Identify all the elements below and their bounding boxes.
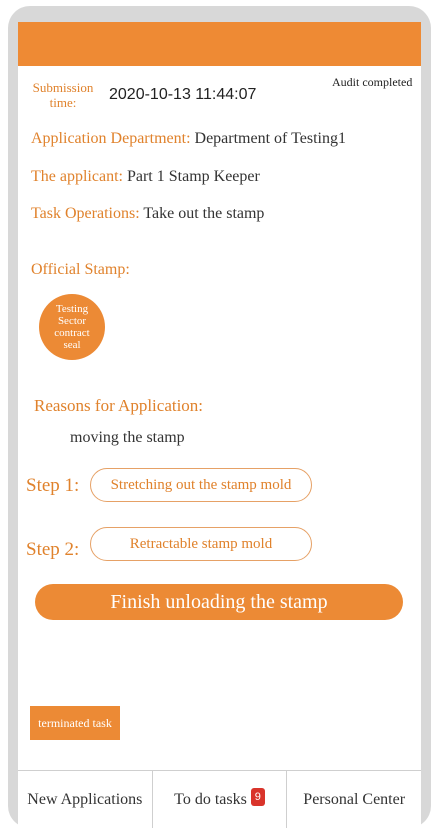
tab-personal-center-label: Personal Center [303,791,406,808]
task-row: Task Operations: Take out the stamp [31,205,264,223]
terminated-task-button[interactable]: terminated task [30,706,120,740]
step-2-label: Step 2: [26,539,80,560]
task-label: Task Operations: [31,205,140,222]
department-value: Department of Testing1 [194,130,346,147]
app-screen: Audit completed Submission time: 2020-10… [18,22,421,828]
official-stamp-label: Official Stamp: [31,261,130,278]
applicant-value: Part 1 Stamp Keeper [126,168,260,185]
stamp-seal-text: Testing Sector contract seal [54,303,90,351]
applicant-row: The applicant: Part 1 Stamp Keeper [31,168,260,186]
step-1-button[interactable]: Stretching out the stamp mold [90,468,312,502]
bottom-tab-bar: New Applications To do tasks 9 Personal … [18,770,421,828]
audit-status: Audit completed [332,75,413,89]
tab-to-do-tasks[interactable]: To do tasks 9 [151,771,287,828]
submission-time-value: 2020-10-13 11:44:07 [109,86,257,103]
step-2-button[interactable]: Retractable stamp mold [90,527,312,561]
applicant-label: The applicant: [31,168,123,185]
tab-new-applications-label: New Applications [27,791,143,808]
stamp-seal[interactable]: Testing Sector contract seal [39,294,105,360]
finish-unloading-button[interactable]: Finish unloading the stamp [35,584,403,620]
department-row: Application Department: Department of Te… [31,130,346,148]
department-label: Application Department: [31,130,191,147]
tab-new-applications[interactable]: New Applications [18,771,152,828]
submission-time-label: Submission time: [32,80,94,110]
header-bar [18,22,421,66]
reasons-value: moving the stamp [70,429,185,446]
tab-personal-center[interactable]: Personal Center [286,771,421,828]
todo-count-badge: 9 [250,788,265,806]
task-value: Take out the stamp [143,205,265,222]
step-1-label: Step 1: [26,475,80,496]
tab-to-do-tasks-label: To do tasks [174,791,247,808]
reasons-label: Reasons for Application: [34,396,204,415]
